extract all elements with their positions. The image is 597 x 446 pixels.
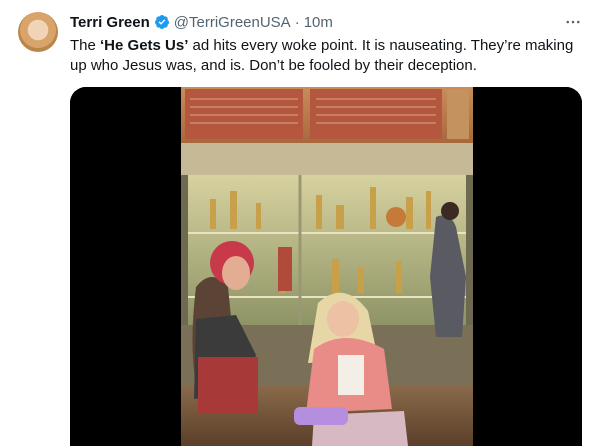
tweet-text-start: The bbox=[70, 37, 101, 54]
tweet-header: Terri Green @TerriGreenUSA · 10m bbox=[70, 12, 583, 32]
timestamp[interactable]: 10m bbox=[304, 14, 333, 31]
author-name[interactable]: Terri Green bbox=[70, 14, 150, 31]
separator-dot: · bbox=[294, 13, 300, 31]
tweet-text-bold: ‘He Gets Us’ bbox=[100, 37, 189, 54]
video-frame bbox=[70, 87, 582, 446]
avatar[interactable] bbox=[18, 12, 58, 52]
more-options-button[interactable] bbox=[563, 12, 583, 32]
tweet-text: The ‘He Gets Us’ ad hits every woke poin… bbox=[70, 36, 575, 76]
tweet[interactable]: Terri Green @TerriGreenUSA · 10m The ‘He… bbox=[0, 0, 597, 446]
more-horizontal-icon bbox=[566, 20, 580, 24]
verified-badge-icon bbox=[154, 15, 169, 29]
author-handle[interactable]: @TerriGreenUSA bbox=[174, 14, 291, 31]
video-media[interactable] bbox=[70, 87, 582, 446]
